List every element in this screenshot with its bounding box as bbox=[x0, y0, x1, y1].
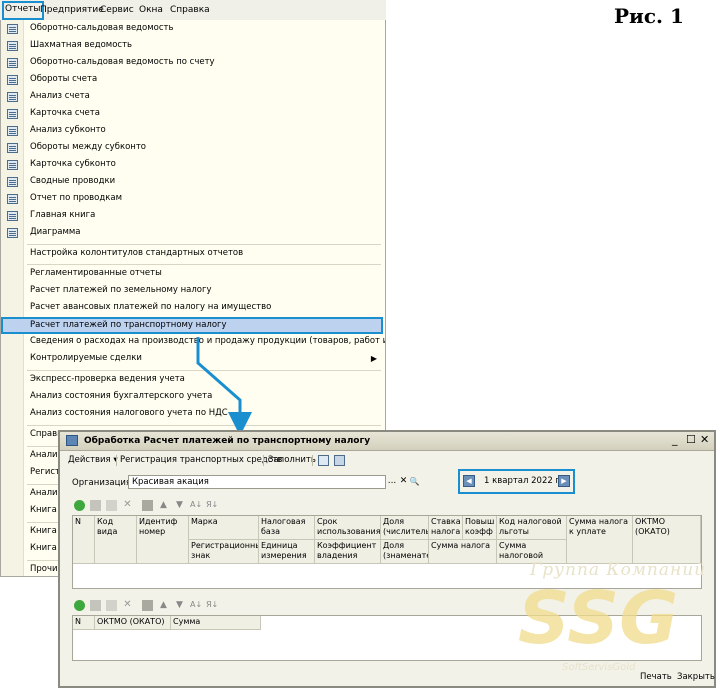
period-next-icon[interactable]: ▶ bbox=[558, 475, 570, 487]
col-header-kod-vida[interactable]: Код вида bbox=[95, 516, 137, 564]
col-header-stavka-naloga[interactable]: Ставка налога bbox=[429, 516, 463, 540]
fill-button[interactable]: Заполнить bbox=[268, 455, 316, 465]
save-icon[interactable] bbox=[142, 500, 153, 511]
sort-asc-icon[interactable]: A↓ bbox=[190, 500, 202, 511]
col-header-summa[interactable]: Сумма bbox=[171, 616, 261, 630]
col-header-oktmo[interactable]: ОКТМО (ОКАТО) bbox=[95, 616, 171, 630]
callout-arrow bbox=[196, 337, 252, 436]
maximize-icon[interactable]: ☐ bbox=[686, 434, 696, 446]
col-header-koeff-vladeniya[interactable]: Коэффициент владения bbox=[315, 540, 381, 564]
toolbar-separator bbox=[116, 455, 117, 466]
col-header-edinitsa-izmereniya[interactable]: Единица измерения bbox=[259, 540, 315, 564]
choose-button[interactable]: ... bbox=[386, 475, 398, 489]
sort-asc-icon[interactable]: A↓ bbox=[190, 600, 202, 611]
move-down-icon[interactable]: ▼ bbox=[174, 500, 185, 511]
clear-icon[interactable]: ✕ bbox=[398, 475, 409, 489]
col-header-n[interactable]: N bbox=[73, 616, 95, 630]
watermark-bottom-text: SoftServisGold bbox=[562, 662, 636, 673]
copy-row-icon[interactable] bbox=[90, 500, 101, 511]
edit-row-icon[interactable] bbox=[106, 500, 117, 511]
move-down-icon[interactable]: ▼ bbox=[174, 600, 185, 611]
col-header-n[interactable]: N bbox=[73, 516, 95, 564]
col-header-identif-nomer[interactable]: Идентиф номер bbox=[137, 516, 189, 564]
delete-row-icon[interactable]: ✕ bbox=[122, 500, 133, 511]
settings-icon[interactable] bbox=[334, 455, 345, 466]
ssg-watermark-logo: Группа Компаний SSG SoftServisGold bbox=[514, 560, 718, 692]
save-icon[interactable] bbox=[142, 600, 153, 611]
move-up-icon[interactable]: ▲ bbox=[158, 500, 169, 511]
window-toolbar: Действия ▾ Регистрация транспортных сред… bbox=[60, 452, 714, 468]
col-header-oktmo[interactable]: ОКТМО (ОКАТО) bbox=[633, 516, 701, 564]
add-row-icon[interactable] bbox=[74, 500, 85, 511]
col-header-summa-k-uplate[interactable]: Сумма налога к уплате bbox=[567, 516, 633, 564]
organization-label: Организация: bbox=[72, 478, 134, 488]
actions-menu-button[interactable]: Действия ▾ bbox=[68, 455, 118, 465]
window-icon bbox=[66, 435, 78, 446]
edit-row-icon[interactable] bbox=[106, 600, 117, 611]
col-header-marka[interactable]: Марка bbox=[189, 516, 259, 540]
col-header-kod-lgoty[interactable]: Код налоговой льготы bbox=[497, 516, 567, 540]
period-selector: ◀ 1 квартал 2022 г. ▶ bbox=[458, 469, 575, 494]
delete-row-icon[interactable]: ✕ bbox=[122, 600, 133, 611]
watermark-main-text: SSG bbox=[518, 576, 679, 660]
copy-row-icon[interactable] bbox=[90, 600, 101, 611]
period-value: 1 квартал 2022 г. bbox=[484, 476, 563, 486]
print-preview-icon[interactable] bbox=[318, 455, 329, 466]
sort-desc-icon[interactable]: Я↓ bbox=[206, 500, 218, 511]
organization-value: Красивая акация bbox=[132, 477, 209, 487]
col-header-summa-naloga[interactable]: Сумма налога bbox=[429, 540, 497, 564]
minimize-icon[interactable]: _ bbox=[672, 434, 678, 446]
add-row-icon[interactable] bbox=[74, 600, 85, 611]
col-header-povysh-koeff[interactable]: Повыш коэфф bbox=[463, 516, 497, 540]
col-header-nalogovaya-baza[interactable]: Налоговая база bbox=[259, 516, 315, 540]
toolbar-separator bbox=[312, 455, 313, 466]
register-vehicles-button[interactable]: Регистрация транспортных средств bbox=[120, 455, 282, 465]
col-header-dolya-chislitel[interactable]: Доля (числитель) bbox=[381, 516, 429, 540]
sort-desc-icon[interactable]: Я↓ bbox=[206, 600, 218, 611]
toolbar-separator bbox=[263, 455, 264, 466]
col-header-reg-znak[interactable]: Регистрационный знак bbox=[189, 540, 259, 564]
period-prev-icon[interactable]: ◀ bbox=[463, 475, 475, 487]
window-titlebar: Обработка Расчет платежей по транспортно… bbox=[60, 432, 714, 451]
organization-input[interactable]: Красивая акация bbox=[128, 475, 386, 489]
move-up-icon[interactable]: ▲ bbox=[158, 600, 169, 611]
window-title: Обработка Расчет платежей по транспортно… bbox=[84, 436, 371, 446]
search-icon[interactable]: 🔍 bbox=[409, 475, 420, 489]
col-header-srok-ispolzovaniya[interactable]: Срок использования bbox=[315, 516, 381, 540]
close-icon[interactable]: ✕ bbox=[700, 434, 709, 446]
col-header-dolya-znamenatel[interactable]: Доля (знаменате bbox=[381, 540, 429, 564]
